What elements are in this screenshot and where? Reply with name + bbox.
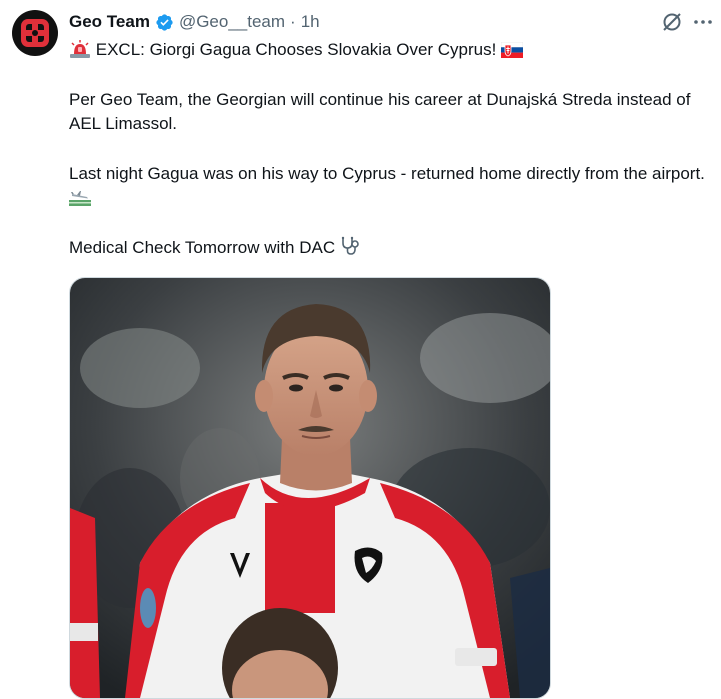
grok-icon[interactable] <box>661 11 683 33</box>
tweet-line-2: Per Geo Team, the Georgian will continue… <box>69 90 691 133</box>
geo-team-logo-icon <box>21 19 49 47</box>
more-icon[interactable] <box>691 10 715 34</box>
tweet-line-4: Medical Check Tomorrow with DAC <box>69 236 709 260</box>
slovakia-flag-emoji-icon <box>500 41 524 59</box>
tweet-line-3: Last night Gagua was on his way to Cypru… <box>69 162 709 210</box>
separator-dot: · <box>290 12 296 31</box>
tweet-header: Geo Team @Geo__team · 1h <box>69 11 320 33</box>
siren-emoji-icon <box>69 40 91 58</box>
timestamp[interactable]: 1h <box>301 11 320 33</box>
tweet-line-1: EXCL: Giorgi Gagua Chooses Slovakia Over… <box>69 38 709 62</box>
verified-badge-icon[interactable] <box>155 13 174 32</box>
tweet-media-photo[interactable] <box>69 277 551 699</box>
display-name[interactable]: Geo Team <box>69 11 150 33</box>
avatar[interactable] <box>12 10 58 56</box>
tweet-line-1-text: EXCL: Giorgi Gagua Chooses Slovakia Over… <box>95 40 497 59</box>
airplane-landing-emoji-icon <box>69 188 91 206</box>
player-photo <box>70 278 550 698</box>
tweet-line-4-text: Medical Check Tomorrow with DAC <box>69 238 336 257</box>
tweet-line-3-text: Last night Gagua was on his way to Cypru… <box>69 164 705 183</box>
stethoscope-emoji-icon <box>340 236 362 255</box>
tweet-text: EXCL: Giorgi Gagua Chooses Slovakia Over… <box>69 38 709 260</box>
handle[interactable]: @Geo__team <box>179 11 285 33</box>
